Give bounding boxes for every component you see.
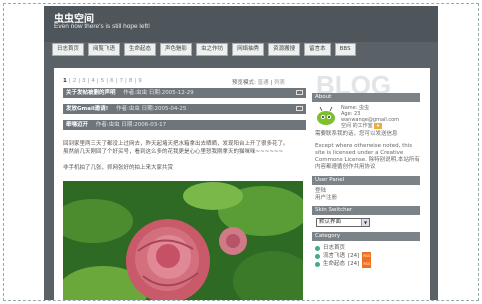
pagination: 1 | 2 | 3 | 4 | 5 | 6 | 7 | 8 | 9 (63, 78, 142, 84)
view-list-link[interactable]: 列表 (274, 80, 285, 86)
sidebar-heading-category: Category (312, 232, 420, 241)
skin-select[interactable]: 默认界面 ▼ (316, 218, 370, 227)
post-title[interactable]: 发放Gmail邀请! (66, 106, 108, 112)
nav-item[interactable]: 虫之作坊 (196, 43, 229, 56)
rss-icon[interactable]: RSS (362, 252, 372, 260)
post-title-bar: 牵嘿迈开 作者:虫虫 日期:2006-03-17 (63, 120, 306, 130)
post-meta: 作者:虫虫 日期:2005-12-29 (123, 90, 194, 96)
post-title[interactable]: 牵嘿迈开 (66, 122, 88, 128)
nav-item[interactable]: 阅覧飞语 (88, 43, 121, 56)
category-count: [24] (348, 261, 360, 267)
mail-icon[interactable] (296, 106, 303, 111)
post-meta: 作者:虫虫 日期:2005-04-25 (116, 106, 187, 112)
login-link[interactable]: 登陆 (312, 188, 420, 195)
category-icon (315, 253, 320, 259)
rss-badge-icon[interactable]: ♦ (374, 123, 382, 129)
about-info: Name: 虫虫 Age: 23 wanwanqe@gmail.com 空间 的… (341, 105, 399, 129)
skin-select-value: 默认界面 (319, 219, 342, 225)
nav-item[interactable]: 留言本 (304, 43, 331, 56)
nav-item[interactable]: 声色魅影 (160, 43, 193, 56)
post-meta: 作者:虫虫 日期:2006-03-17 (95, 122, 167, 128)
register-link[interactable]: 用户注册 (312, 195, 420, 202)
nav-item[interactable]: 资源搬搜 (268, 43, 301, 56)
page-link-current[interactable]: 1 (63, 78, 67, 84)
page-link[interactable]: 2 (73, 78, 77, 84)
view-normal-link[interactable]: 普通 (258, 80, 269, 86)
category-count: [24] (348, 253, 360, 259)
category-label[interactable]: 生命起态 (323, 260, 345, 268)
about-block: Name: 虫虫 Age: 23 wanwanqe@gmail.com 空间 的… (312, 105, 420, 129)
main-nav: 日志首页 阅覧飞语 生命起态 声色魅影 虫之作坊 网络抽秀 资源搬搜 留言本 B… (52, 43, 356, 57)
view-mode-label: 预览模式: (232, 80, 256, 86)
page-link[interactable]: 7 (119, 78, 123, 84)
mail-icon[interactable] (296, 90, 303, 95)
post-body: 回到家里两三天了都没上过网去，昨天起堵天把水箱拿出去晒晒，发现阳台上开了很多花了… (63, 140, 306, 172)
category-icon (315, 261, 320, 267)
post-title-bar: 关于发帖被删的声明 作者:虫虫 日期:2005-12-29 (63, 88, 306, 98)
post-photo (63, 181, 303, 300)
content-area: BLOG 1 | 2 | 3 | 4 | 5 | 6 | 7 | 8 | 9 预览模式: 普通 … (54, 68, 430, 300)
rose-photo-image (63, 181, 303, 300)
bug-avatar-icon (317, 106, 335, 125)
sidebar-heading-about: About (312, 93, 420, 102)
page-link[interactable]: 8 (129, 78, 133, 84)
nav-item[interactable]: 生命起态 (124, 43, 157, 56)
view-mode: 预览模式: 普通 | 列表 (232, 80, 285, 86)
nav-item[interactable]: 日志首页 (52, 43, 85, 56)
page-link[interactable]: 5 (101, 78, 105, 84)
rss-icon[interactable]: RSS (362, 260, 372, 268)
category-item[interactable]: 流言飞语 [24] RSS (312, 252, 420, 260)
site-header: 虫虫空间 Even now there's is still hope left… (44, 6, 438, 42)
category-item[interactable]: 生命起态 [24] RSS (312, 260, 420, 268)
nav-item[interactable]: BBS (334, 43, 356, 56)
about-link[interactable]: 空间 的工作室 (341, 123, 373, 129)
post-text: 回到家里两三天了都没上过网去，昨天起堵天把水箱拿出去晒晒，发现阳台上开了很多花了… (63, 141, 289, 147)
sidebar-heading-skin: Skin Switcher (312, 206, 420, 215)
license-text: Except where otherwise noted, this site … (315, 143, 420, 170)
sidebar: About Name: 虫虫 Age: 23 wanwanqe@gmail.co… (312, 93, 420, 268)
post-title-bar: 发放Gmail邀请! 作者:虫虫 日期:2005-04-25 (63, 104, 306, 114)
category-label[interactable]: 日志首页 (323, 244, 345, 252)
nav-item[interactable]: 网络抽秀 (232, 43, 265, 56)
blog-page: 虫虫空间 Even now there's is still hope left… (44, 6, 438, 300)
sidebar-heading-user-panel: User Panel (312, 176, 420, 185)
site-subtitle: Even now there's is still hope left! (54, 23, 150, 30)
contact-note[interactable]: 需要联系我的话，您可以发送信息 (312, 131, 420, 138)
chevron-down-icon[interactable]: ▼ (361, 219, 369, 226)
page-link[interactable]: 9 (138, 78, 142, 84)
post-title[interactable]: 关于发帖被删的声明 (66, 90, 116, 96)
post-text: 非手机拍了几张，抓网张好的拍上来大家共赏 (63, 165, 174, 171)
post-text: 虽然前几天刚回了个好买号，看到这么多的花我更是心心里怒我刚拿天的猫咪咪~~~~~… (63, 149, 284, 155)
page-link[interactable]: 3 (82, 78, 86, 84)
category-icon (315, 245, 320, 251)
page-link[interactable]: 6 (110, 78, 114, 84)
page-link[interactable]: 4 (91, 78, 95, 84)
category-label[interactable]: 流言飞语 (323, 252, 345, 260)
category-item[interactable]: 日志首页 (312, 244, 420, 252)
